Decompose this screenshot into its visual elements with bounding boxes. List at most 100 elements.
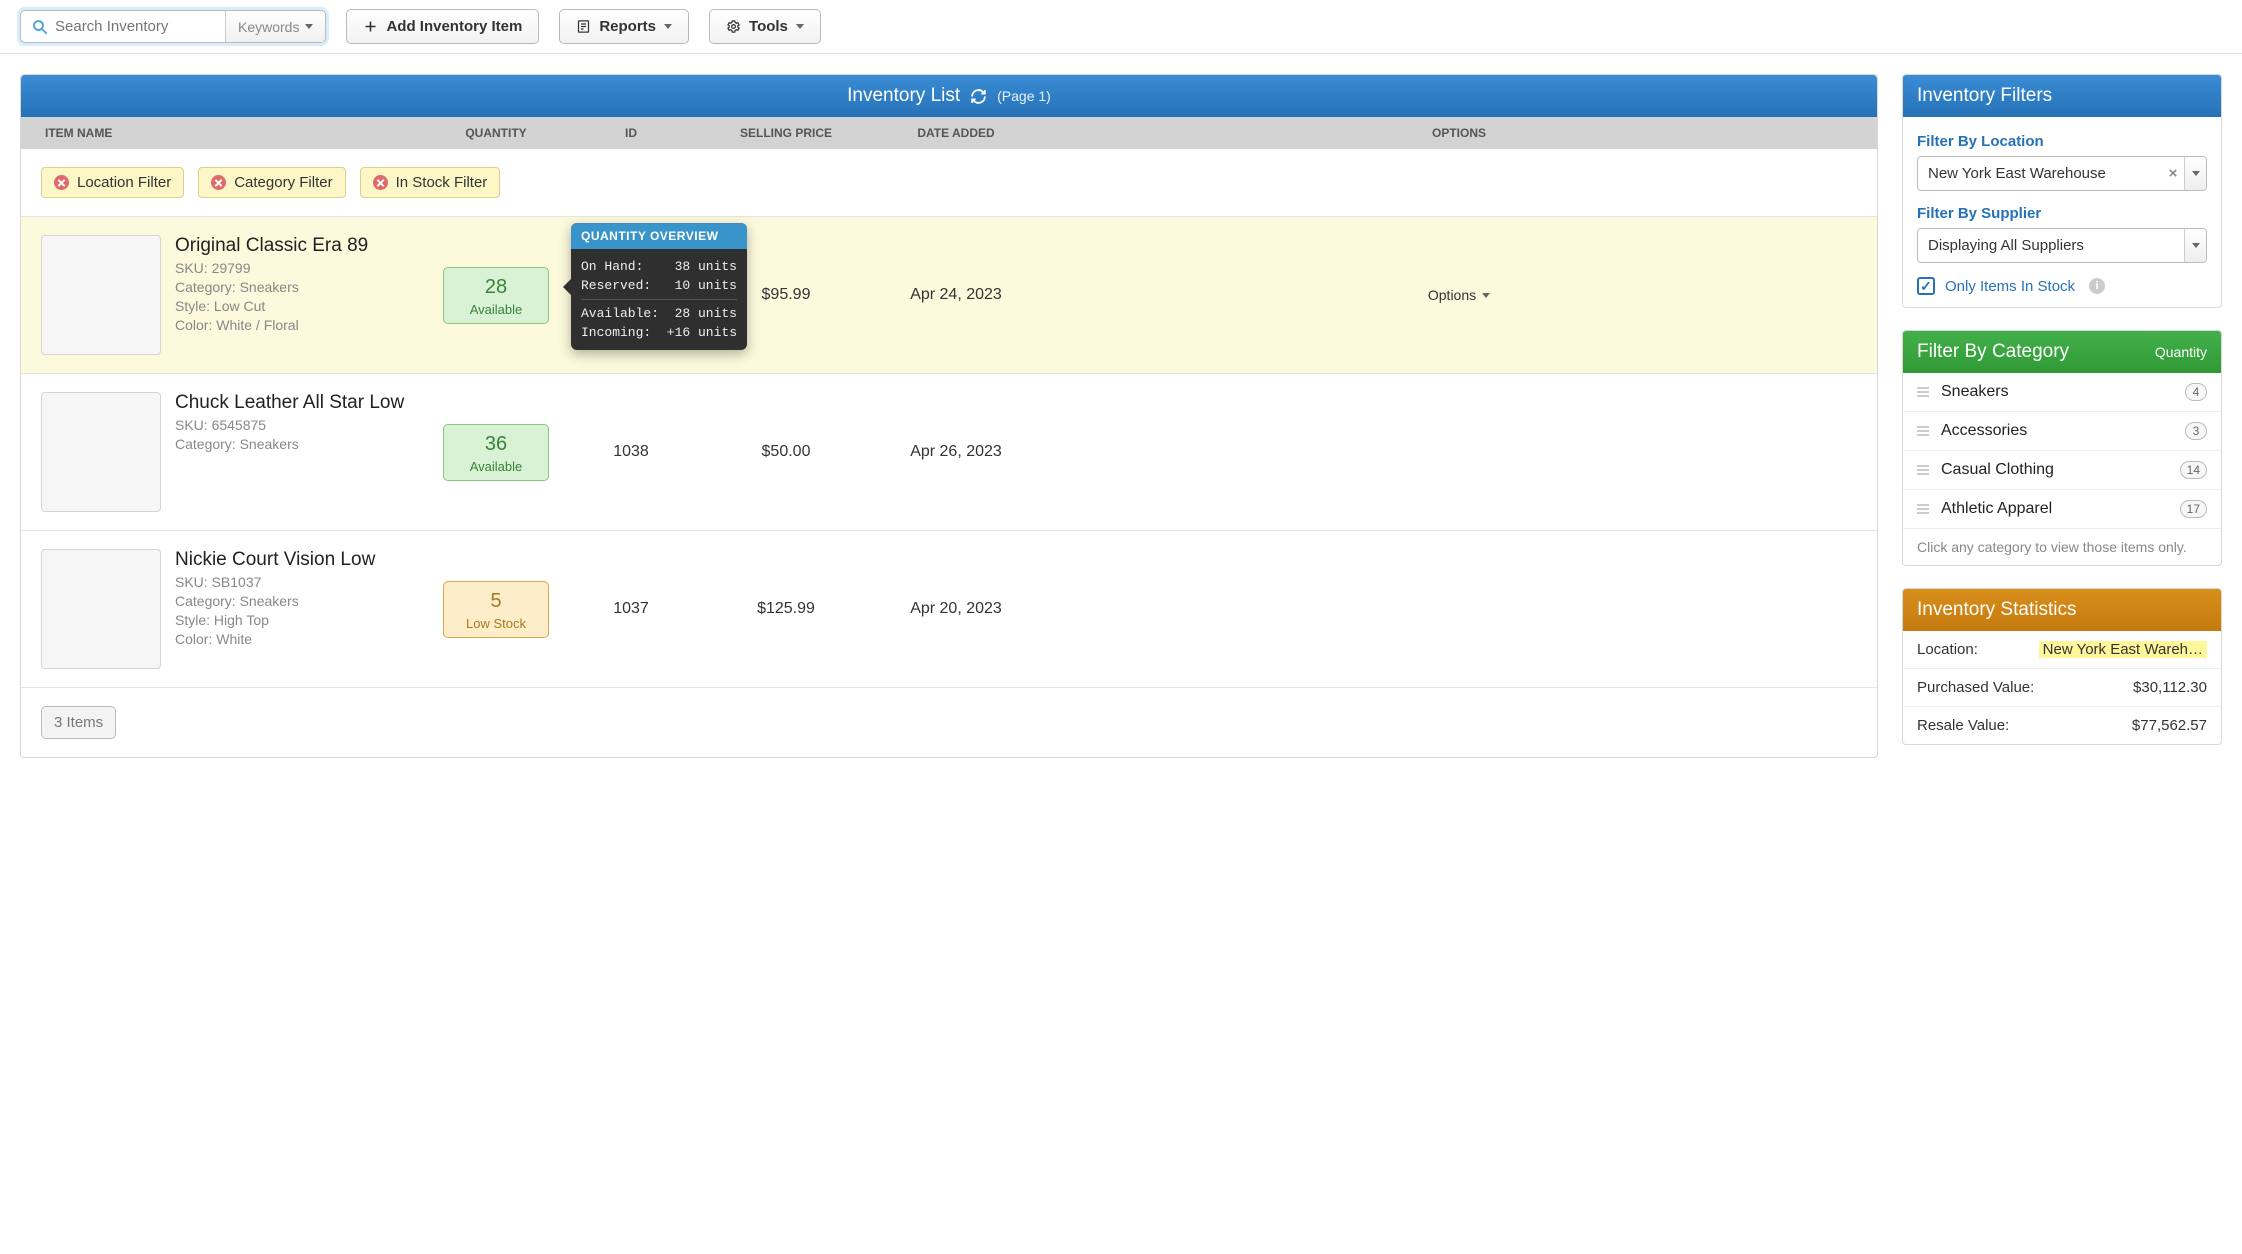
chevron-down-icon xyxy=(664,24,672,29)
top-toolbar: Keywords Add Inventory Item Reports Tool… xyxy=(0,0,2242,54)
reports-button[interactable]: Reports xyxy=(559,9,689,44)
reports-label: Reports xyxy=(599,18,656,35)
col-item: ITEM NAME xyxy=(21,126,431,140)
category-count: 3 xyxy=(2185,422,2207,440)
drag-handle-icon[interactable] xyxy=(1917,426,1929,436)
item-category: Category: Sneakers xyxy=(175,593,375,609)
check-icon: ✓ xyxy=(1920,278,1932,295)
close-icon[interactable] xyxy=(373,175,388,190)
chip-label: In Stock Filter xyxy=(396,174,488,191)
item-sku: SKU: 6545875 xyxy=(175,417,404,433)
item-name: Chuck Leather All Star Low xyxy=(175,392,404,414)
location-select[interactable]: New York East Warehouse × xyxy=(1917,156,2207,191)
panel-title: Filter By Category xyxy=(1917,341,2069,363)
close-icon[interactable] xyxy=(54,175,69,190)
category-name: Casual Clothing xyxy=(1941,461,2168,479)
category-name: Sneakers xyxy=(1941,383,2173,401)
item-category: Category: Sneakers xyxy=(175,436,404,452)
category-row[interactable]: Athletic Apparel 17 xyxy=(1903,489,2221,528)
item-sku: SKU: 29799 xyxy=(175,260,368,276)
plus-icon xyxy=(363,19,378,34)
col-quantity: QUANTITY xyxy=(431,126,561,140)
tools-label: Tools xyxy=(749,18,788,35)
tooltip-row: On Hand:38 units xyxy=(581,257,737,276)
category-count: 4 xyxy=(2185,383,2207,401)
stat-row: Purchased Value: $30,112.30 xyxy=(1903,668,2221,706)
location-select-value: New York East Warehouse xyxy=(1918,157,2162,190)
product-thumbnail[interactable] xyxy=(41,392,161,512)
item-date: Apr 26, 2023 xyxy=(871,443,1041,461)
search-type-dropdown[interactable]: Keywords xyxy=(225,11,325,42)
drag-handle-icon[interactable] xyxy=(1917,387,1929,397)
chip-location-filter[interactable]: Location Filter xyxy=(41,167,184,198)
col-id: ID xyxy=(561,126,701,140)
panel-header: Filter By Category Quantity xyxy=(1903,331,2221,373)
close-icon[interactable] xyxy=(211,175,226,190)
chip-label: Location Filter xyxy=(77,174,171,191)
category-hint: Click any category to view those items o… xyxy=(1903,528,2221,565)
supplier-filter-label: Filter By Supplier xyxy=(1917,205,2207,222)
item-color: Color: White / Floral xyxy=(175,317,368,333)
chevron-down-icon[interactable] xyxy=(2184,229,2206,262)
search-input[interactable] xyxy=(21,11,225,42)
category-filter-panel: Filter By Category Quantity Sneakers 4 A… xyxy=(1902,330,2222,566)
panel-title: Inventory Filters xyxy=(1903,75,2221,117)
add-item-label: Add Inventory Item xyxy=(386,18,522,35)
tooltip-row: Incoming:+16 units xyxy=(581,323,737,342)
category-row[interactable]: Casual Clothing 14 xyxy=(1903,450,2221,489)
quantity-label: Low Stock xyxy=(444,616,548,631)
search-type-label: Keywords xyxy=(238,19,299,35)
list-title: Inventory List xyxy=(847,85,960,107)
category-count: 17 xyxy=(2180,500,2207,518)
category-name: Accessories xyxy=(1941,422,2173,440)
column-headers: ITEM NAME QUANTITY ID SELLING PRICE DATE… xyxy=(21,117,1877,149)
quantity-number: 5 xyxy=(444,590,548,613)
add-inventory-item-button[interactable]: Add Inventory Item xyxy=(346,9,539,44)
category-row[interactable]: Sneakers 4 xyxy=(1903,373,2221,411)
quantity-badge[interactable]: 5 Low Stock xyxy=(443,581,549,638)
supplier-select-value: Displaying All Suppliers xyxy=(1918,229,2184,262)
chevron-down-icon[interactable] xyxy=(2184,157,2206,190)
item-sku: SKU: SB1037 xyxy=(175,574,375,590)
tooltip-row: Available:28 units xyxy=(581,304,737,323)
quantity-badge[interactable]: 36 Available xyxy=(443,424,549,481)
only-in-stock-checkbox[interactable]: ✓ xyxy=(1917,277,1935,295)
refresh-icon[interactable] xyxy=(970,88,987,105)
location-filter-label: Filter By Location xyxy=(1917,133,2207,150)
table-row[interactable]: Chuck Leather All Star Low SKU: 6545875 … xyxy=(21,373,1877,530)
drag-handle-icon[interactable] xyxy=(1917,504,1929,514)
stat-value: New York East Wareh… xyxy=(2039,641,2207,658)
item-style: Style: High Top xyxy=(175,612,375,628)
item-id: 1038 xyxy=(561,443,701,461)
quantity-label: Available xyxy=(444,302,548,317)
category-row[interactable]: Accessories 3 xyxy=(1903,411,2221,450)
item-color: Color: White xyxy=(175,631,375,647)
supplier-select[interactable]: Displaying All Suppliers xyxy=(1917,228,2207,263)
stat-key: Location: xyxy=(1917,641,1978,658)
category-name: Athletic Apparel xyxy=(1941,500,2168,518)
category-count: 14 xyxy=(2180,461,2207,479)
item-price: $125.99 xyxy=(701,600,871,618)
quantity-label: Available xyxy=(444,459,548,474)
product-thumbnail[interactable] xyxy=(41,549,161,669)
chip-category-filter[interactable]: Category Filter xyxy=(198,167,345,198)
col-options: OPTIONS xyxy=(1041,126,1877,140)
item-count-badge: 3 Items xyxy=(41,706,116,739)
stat-key: Resale Value: xyxy=(1917,717,2009,734)
chip-stock-filter[interactable]: In Stock Filter xyxy=(360,167,501,198)
options-label: Options xyxy=(1428,287,1476,303)
quantity-number: 28 xyxy=(444,276,548,299)
row-options-button[interactable]: Options xyxy=(1041,287,1877,303)
clear-icon[interactable]: × xyxy=(2162,157,2184,190)
table-row[interactable]: Nickie Court Vision Low SKU: SB1037 Cate… xyxy=(21,530,1877,687)
table-row[interactable]: Original Classic Era 89 SKU: 29799 Categ… xyxy=(21,216,1877,373)
info-icon[interactable]: i xyxy=(2089,278,2105,294)
drag-handle-icon[interactable] xyxy=(1917,465,1929,475)
panel-subtitle: Quantity xyxy=(2155,344,2207,360)
report-icon xyxy=(576,19,591,34)
stat-value: $30,112.30 xyxy=(2133,679,2207,696)
tooltip-row: Reserved:10 units xyxy=(581,276,737,295)
product-thumbnail[interactable] xyxy=(41,235,161,355)
tools-button[interactable]: Tools xyxy=(709,9,821,44)
quantity-badge[interactable]: 28 Available xyxy=(443,267,549,324)
